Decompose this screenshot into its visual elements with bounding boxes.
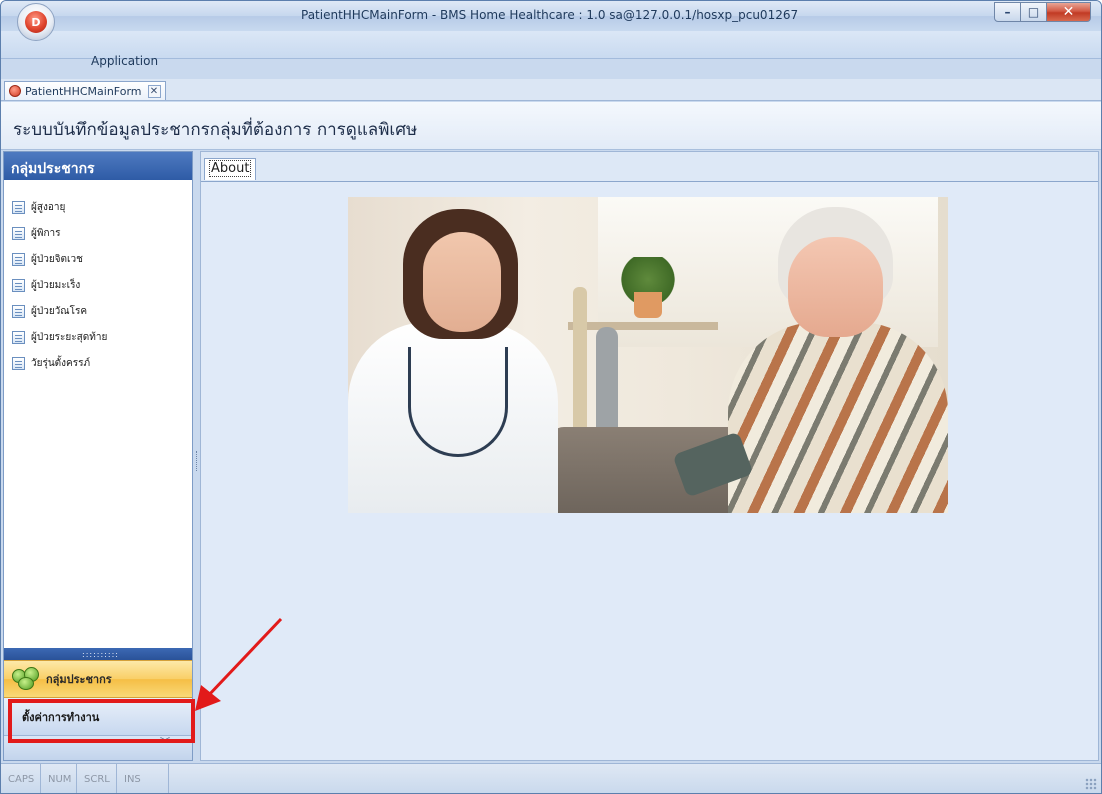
- people-group-icon: [12, 667, 42, 691]
- list-icon: [12, 330, 25, 344]
- page-header: ระบบบันทึกข้อมูลประชากรกลุ่มที่ต้องการ ก…: [1, 102, 1101, 150]
- app-logo-icon: D: [25, 11, 47, 33]
- list-icon: [12, 226, 25, 240]
- nav-item-label: ผู้ป่วยจิตเวช: [31, 253, 83, 265]
- nav-item-terminal[interactable]: ผู้ป่วยระยะสุดท้าย: [4, 324, 192, 350]
- nav-item-label: ผู้ป่วยมะเร็ง: [31, 279, 81, 291]
- tab-close-icon[interactable]: ✕: [147, 84, 161, 98]
- about-image: [348, 197, 948, 513]
- nav-list: ผู้สูงอายุ ผู้พิการ ผู้ป่วยจิตเวช ผู้ป่ว…: [4, 180, 192, 376]
- minimize-button[interactable]: –: [994, 2, 1021, 22]
- highlight-box: [8, 699, 195, 743]
- nav-item-label: ผู้พิการ: [31, 227, 61, 239]
- nav-pane-splitter[interactable]: ::::::::::: [4, 648, 192, 660]
- maximize-button[interactable]: □: [1021, 2, 1047, 22]
- population-group-label: กลุ่มประชากร: [46, 673, 112, 686]
- grip-icon: ::::::::::: [82, 650, 119, 659]
- main-window: PatientHHCMainForm - BMS Home Healthcare…: [0, 0, 1102, 794]
- window-title: PatientHHCMainForm - BMS Home Healthcare…: [301, 8, 799, 22]
- status-ins: INS: [117, 764, 169, 793]
- nav-item-label: วัยรุ่นตั้งครรภ์: [31, 357, 91, 369]
- tab-about-label: About: [209, 160, 252, 177]
- nav-item-label: ผู้สูงอายุ: [31, 201, 66, 213]
- list-icon: [12, 356, 25, 370]
- nav-item-cancer[interactable]: ผู้ป่วยมะเร็ง: [4, 272, 192, 298]
- document-tab-strip: PatientHHCMainForm ✕: [1, 79, 1101, 101]
- list-icon: [12, 278, 25, 292]
- maximize-icon: □: [1027, 5, 1040, 19]
- nav-item-tuberculosis[interactable]: ผู้ป่วยวัณโรค: [4, 298, 192, 324]
- arrow-annotation: [195, 617, 283, 711]
- status-scrl: SCRL: [77, 764, 117, 793]
- minimize-icon: –: [1004, 5, 1011, 19]
- tab-about[interactable]: About: [204, 158, 257, 180]
- title-bar[interactable]: PatientHHCMainForm - BMS Home Healthcare…: [1, 1, 1101, 31]
- close-icon: ✕: [1062, 4, 1075, 20]
- close-button[interactable]: ✕: [1047, 2, 1091, 22]
- content-area: About: [200, 151, 1099, 761]
- form-icon: [9, 85, 21, 97]
- nav-item-elderly[interactable]: ผู้สูงอายุ: [4, 194, 192, 220]
- list-icon: [12, 252, 25, 266]
- list-icon: [12, 200, 25, 214]
- nav-header: กลุ่มประชากร: [4, 152, 192, 180]
- status-caps: CAPS: [1, 764, 41, 793]
- page-title: ระบบบันทึกข้อมูลประชากรกลุ่มที่ต้องการ ก…: [13, 120, 418, 140]
- application-menu-button[interactable]: D: [17, 3, 55, 41]
- status-bar: CAPS NUM SCRL INS: [1, 763, 1101, 793]
- about-panel: [201, 181, 1098, 760]
- nav-item-label: ผู้ป่วยระยะสุดท้าย: [31, 331, 108, 343]
- document-tab[interactable]: PatientHHCMainForm ✕: [4, 81, 166, 100]
- window-controls: – □ ✕: [994, 2, 1091, 22]
- population-group-button[interactable]: กลุ่มประชากร: [4, 660, 192, 698]
- document-tab-label: PatientHHCMainForm: [25, 84, 142, 98]
- ribbon-bar: Application: [1, 31, 1101, 68]
- nav-item-disabled[interactable]: ผู้พิการ: [4, 220, 192, 246]
- ribbon-tab-application[interactable]: Application: [91, 54, 158, 68]
- navigation-panel: กลุ่มประชากร ผู้สูงอายุ ผู้พิการ ผู้ป่วย…: [3, 151, 193, 761]
- resize-grip-icon[interactable]: [1085, 778, 1097, 790]
- nav-item-psychiatric[interactable]: ผู้ป่วยจิตเวช: [4, 246, 192, 272]
- nav-item-label: ผู้ป่วยวัณโรค: [31, 305, 88, 317]
- nav-item-teen-pregnancy[interactable]: วัยรุ่นตั้งครรภ์: [4, 350, 192, 376]
- list-icon: [12, 304, 25, 318]
- status-num: NUM: [41, 764, 77, 793]
